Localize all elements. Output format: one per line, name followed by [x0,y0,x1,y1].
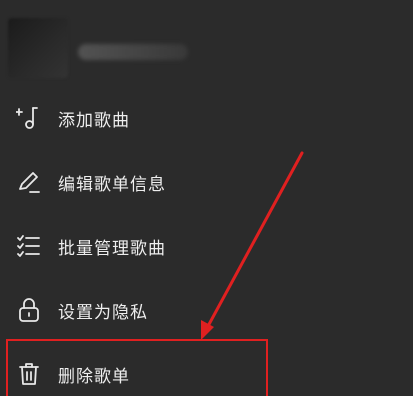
lock-icon [14,295,44,325]
playlist-title-blurred [78,44,188,60]
menu-item-delete-playlist[interactable]: 删除歌单 [0,342,413,396]
menu-item-label: 批量管理歌曲 [58,238,166,259]
menu-item-add-songs[interactable]: 添加歌曲 [0,86,413,150]
menu-item-label: 设置为隐私 [58,302,148,323]
playlist-cover-thumbnail [8,18,68,78]
add-music-icon [14,103,44,133]
menu-item-label: 删除歌单 [58,366,130,387]
playlist-options-sheet: 添加歌曲 编辑歌单信息 批量管理歌曲 设置为隐私 删除歌单 [0,0,413,396]
menu-item-label: 编辑歌单信息 [58,174,166,195]
checklist-icon [14,231,44,261]
menu-item-set-private[interactable]: 设置为隐私 [0,278,413,342]
playlist-header [0,0,413,86]
options-menu: 添加歌曲 编辑歌单信息 批量管理歌曲 设置为隐私 删除歌单 [0,86,413,396]
menu-item-batch-manage-songs[interactable]: 批量管理歌曲 [0,214,413,278]
trash-icon [14,359,44,389]
edit-pencil-icon [14,167,44,197]
menu-item-edit-playlist-info[interactable]: 编辑歌单信息 [0,150,413,214]
menu-item-label: 添加歌曲 [58,110,130,131]
